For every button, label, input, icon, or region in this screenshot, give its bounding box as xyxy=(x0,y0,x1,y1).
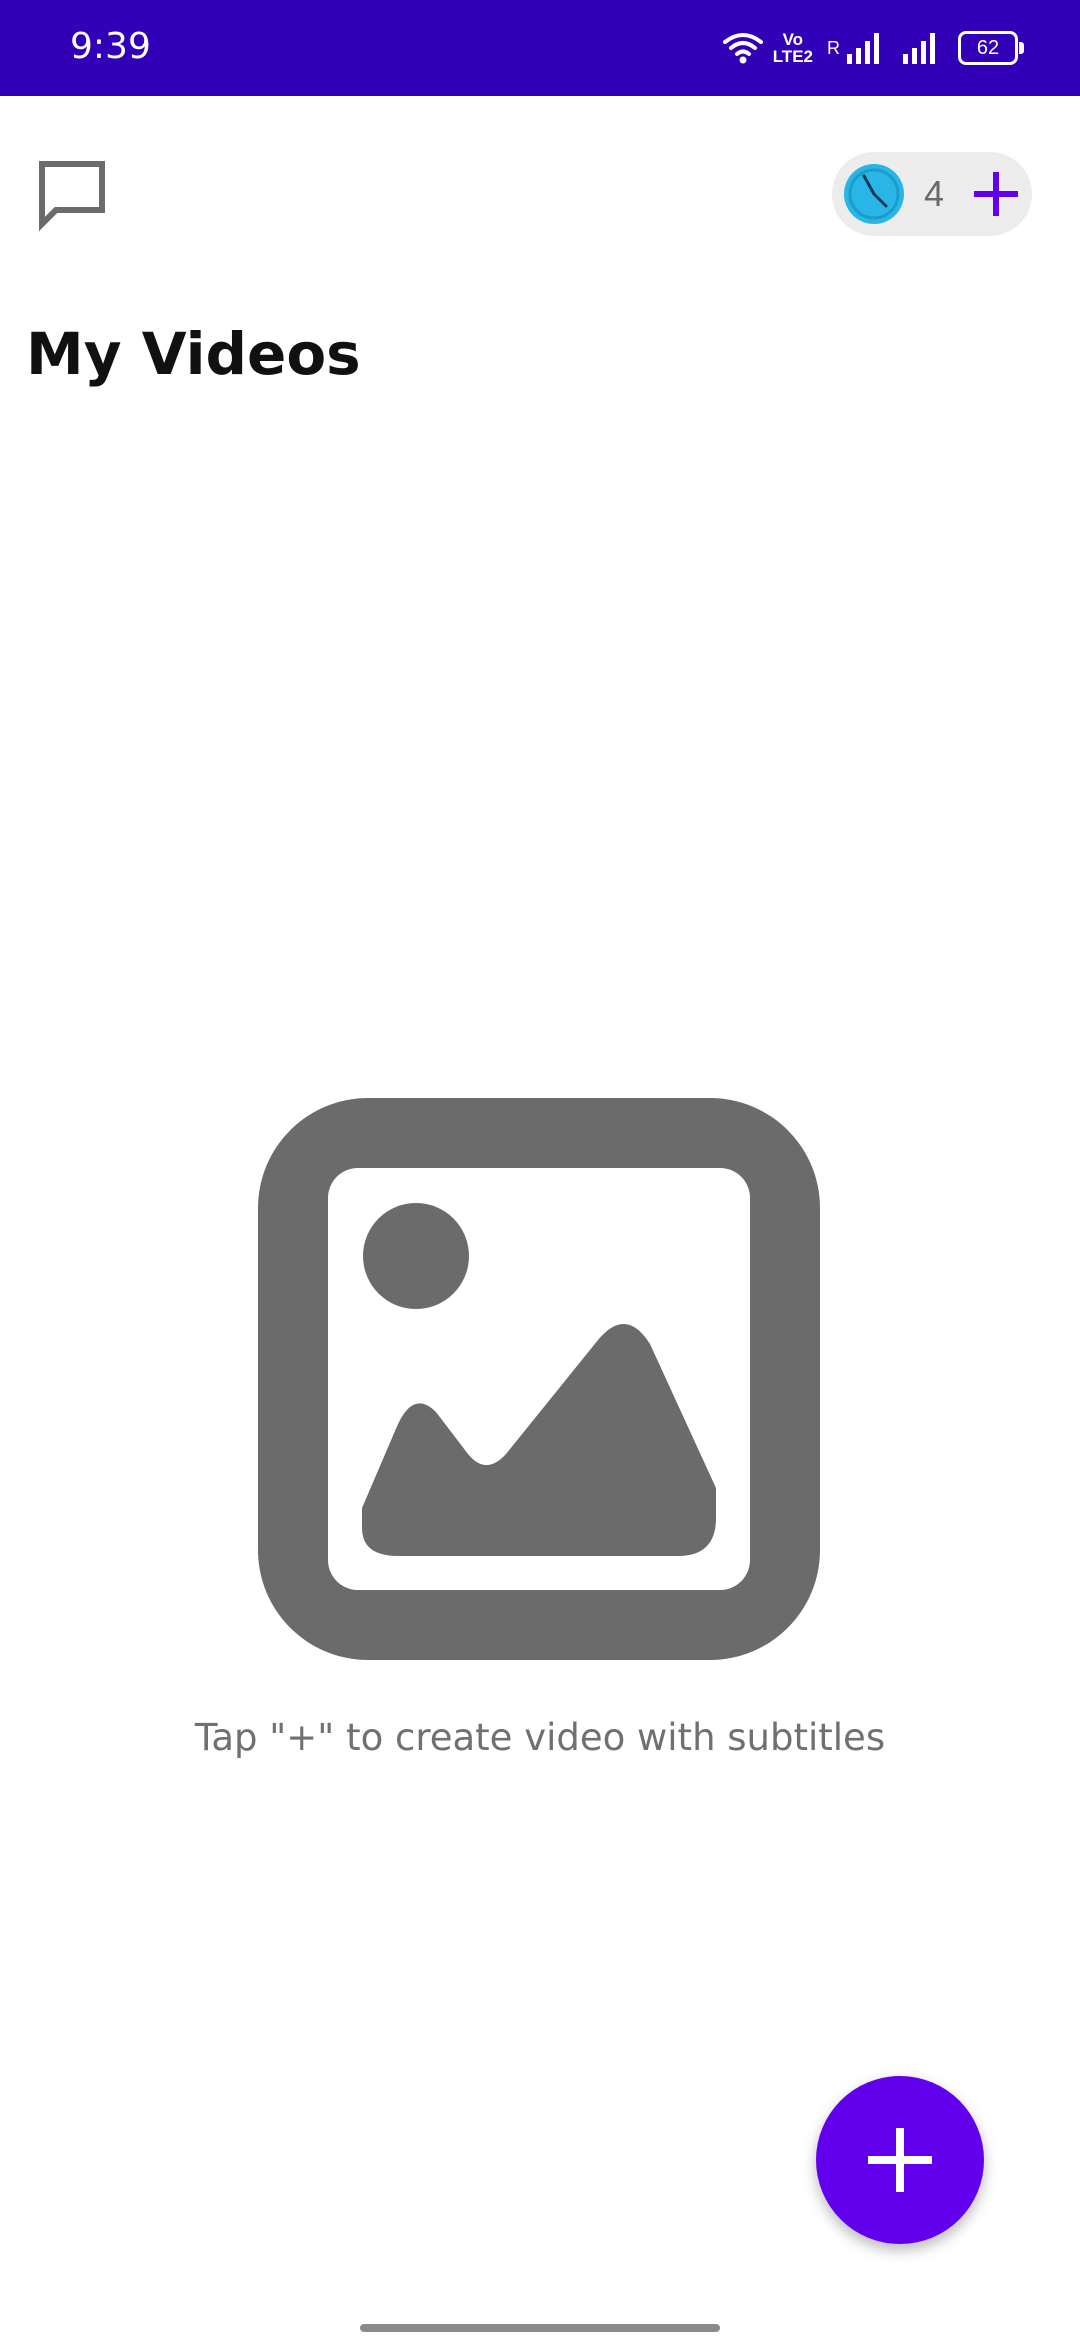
clock-icon xyxy=(844,164,904,224)
create-video-button[interactable] xyxy=(816,2076,984,2244)
page-title: My Videos xyxy=(26,320,361,388)
plus-icon[interactable] xyxy=(972,170,1020,218)
credits-pill[interactable]: 4 xyxy=(832,152,1032,236)
status-time: 9:39 xyxy=(70,26,151,67)
gesture-nav-handle[interactable] xyxy=(360,2324,720,2332)
battery-indicator: 62 xyxy=(958,31,1024,65)
status-icons: Vo LTE2 R 62 xyxy=(722,26,1024,70)
image-placeholder-icon xyxy=(258,1098,820,1660)
wifi-icon xyxy=(722,33,763,64)
volte-indicator: Vo LTE2 xyxy=(773,31,813,65)
status-bar: 9:39 Vo LTE2 R 62 xyxy=(0,0,1080,96)
signal-icon-sim1 xyxy=(847,33,879,64)
plus-icon xyxy=(868,2128,932,2192)
chat-button[interactable] xyxy=(34,156,110,232)
empty-state-message: Tap "+" to create video with subtitles xyxy=(194,1716,886,1759)
credits-count: 4 xyxy=(924,173,945,214)
signal-icon-sim2 xyxy=(903,33,935,64)
volte-label-top: Vo xyxy=(782,30,804,49)
chat-bubble-icon xyxy=(39,161,105,232)
volte-label-bottom: LTE2 xyxy=(772,47,813,66)
roaming-indicator: R xyxy=(827,37,840,58)
